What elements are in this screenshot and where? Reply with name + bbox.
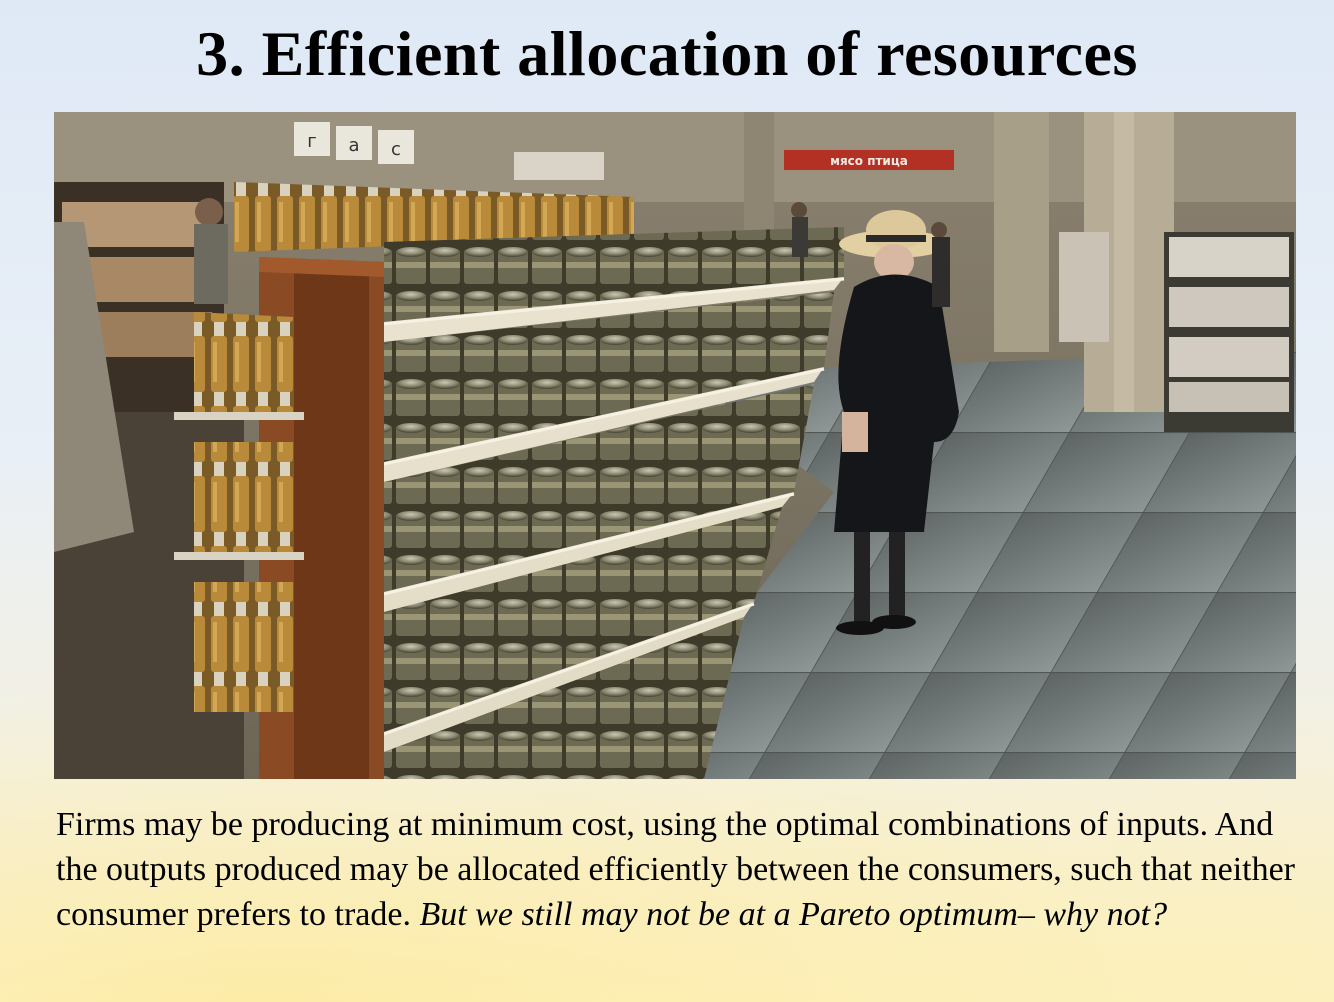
sign-letter-1: г (307, 131, 316, 152)
store-sign-text: мясо птица (830, 154, 908, 168)
sign-letter-3: с (391, 139, 401, 160)
store-photo: мясо птица г а с (54, 112, 1296, 779)
body-text-italic: But we still may not be at a Pareto opti… (419, 896, 1168, 933)
slide-body: Firms may be producing at minimum cost, … (56, 802, 1306, 937)
slide-title: 3. Efficient allocation of resources (196, 18, 1138, 89)
sign-letter-2: а (348, 135, 359, 156)
